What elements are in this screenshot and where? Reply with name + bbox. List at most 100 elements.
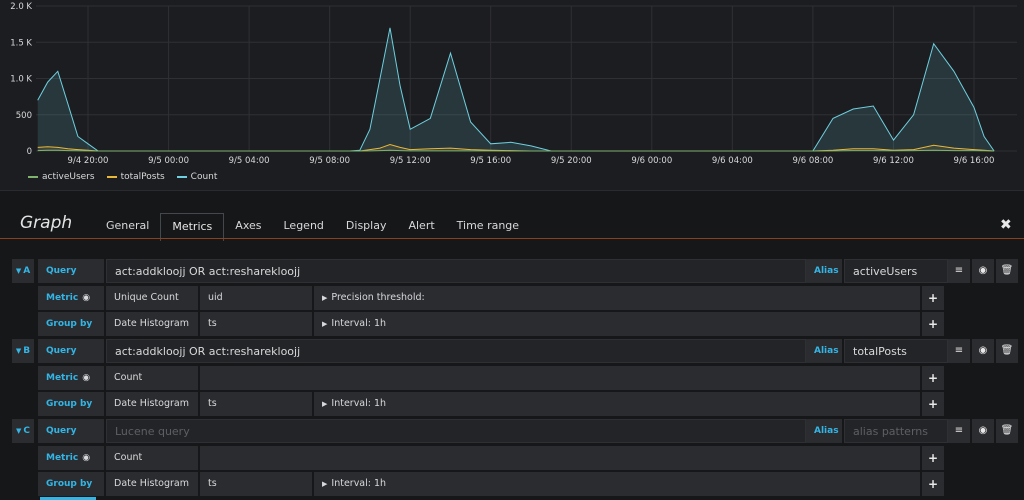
tab-legend[interactable]: Legend xyxy=(273,213,335,239)
x-tick-label: 9/6 04:00 xyxy=(712,156,753,166)
y-tick-label: 2.0 K xyxy=(10,2,32,12)
group-by-row: Group by Date Histogram ts ▶ Interval: 1h + xyxy=(38,392,946,416)
group-field[interactable]: ts xyxy=(200,312,314,336)
group-options[interactable]: ▶ Interval: 1h xyxy=(314,392,922,416)
chevron-down-icon: ▼ xyxy=(15,267,22,275)
x-tick-label: 9/6 12:00 xyxy=(873,156,914,166)
group-option-text: Interval: 1h xyxy=(331,318,387,329)
group-field[interactable]: ts xyxy=(200,392,314,416)
add-metric-button[interactable]: + xyxy=(922,286,946,310)
metric-label: Metric ◉ xyxy=(38,366,106,390)
group-type[interactable]: Date Histogram xyxy=(106,472,200,496)
caret-right-icon: ▶ xyxy=(322,400,328,408)
alias-input[interactable]: totalPosts xyxy=(844,339,948,363)
eye-icon[interactable]: ◉ xyxy=(972,419,994,443)
close-icon[interactable]: ✖ xyxy=(1000,217,1012,233)
menu-icon[interactable]: ≡ xyxy=(948,419,970,443)
metric-field[interactable]: uid xyxy=(200,286,314,310)
add-metric-button[interactable]: + xyxy=(922,366,946,390)
metric-type[interactable]: Unique Count xyxy=(106,286,200,310)
add-group-by-button[interactable]: + xyxy=(922,472,946,496)
query-row: Query act:addkloojj OR act:resharekloojj A… xyxy=(38,339,948,363)
legend-item-totalPosts[interactable]: totalPosts xyxy=(106,172,165,182)
tab-display[interactable]: Display xyxy=(335,213,398,239)
group-option-text: Interval: 1h xyxy=(331,398,387,409)
metric-row: Metric ◉ Unique Count uid ▶ Precision thresho… xyxy=(38,286,946,310)
query-ref-label: C xyxy=(23,426,30,436)
query-label: Query xyxy=(38,339,106,363)
group-by-label: Group by xyxy=(38,472,106,496)
tab-time-range[interactable]: Time range xyxy=(446,213,530,239)
metric-options[interactable]: ▶ Precision threshold: xyxy=(314,286,922,310)
editor-tabs: General Metrics Axes Legend Display Alert Time… xyxy=(95,213,530,241)
query-label: Query xyxy=(38,419,106,443)
add-group-by-button[interactable]: + xyxy=(922,312,946,336)
caret-right-icon: ▶ xyxy=(322,294,328,302)
group-field[interactable]: ts xyxy=(200,472,314,496)
group-options[interactable]: ▶ Interval: 1h xyxy=(314,312,922,336)
alias-input[interactable]: alias patterns xyxy=(844,419,948,443)
y-tick-label: 0 xyxy=(27,147,32,157)
tab-alert[interactable]: Alert xyxy=(397,213,445,239)
metric-type[interactable]: Count xyxy=(106,446,200,470)
query-input[interactable]: act:addkloojj OR act:resharekloojj xyxy=(106,339,806,363)
x-tick-label: 9/5 04:00 xyxy=(229,156,270,166)
query-input[interactable]: act:addkloojj OR act:resharekloojj xyxy=(106,259,806,283)
query-row: Query Lucene query Alias alias patterns xyxy=(38,419,948,443)
group-type[interactable]: Date Histogram xyxy=(106,392,200,416)
tab-general[interactable]: General xyxy=(95,213,160,239)
legend-item-Count[interactable]: Count xyxy=(176,172,218,182)
query-ref-label: A xyxy=(23,266,31,276)
y-tick-label: 1.5 K xyxy=(10,38,32,48)
metric-label-text: Metric xyxy=(46,373,79,383)
metric-row: Metric ◉ Count + xyxy=(38,446,946,470)
group-options[interactable]: ▶ Interval: 1h xyxy=(314,472,922,496)
chevron-down-icon: ▼ xyxy=(15,347,22,355)
add-group-by-button[interactable]: + xyxy=(922,392,946,416)
trash-icon[interactable]: 🗑 xyxy=(996,339,1018,363)
menu-icon[interactable]: ≡ xyxy=(948,339,970,363)
x-tick-label: 9/5 20:00 xyxy=(551,156,592,166)
x-tick-label: 9/5 12:00 xyxy=(390,156,431,166)
eye-icon[interactable]: ◉ xyxy=(82,373,90,383)
group-type[interactable]: Date Histogram xyxy=(106,312,200,336)
alias-input[interactable]: activeUsers xyxy=(844,259,948,283)
eye-icon[interactable]: ◉ xyxy=(972,339,994,363)
query-input[interactable]: Lucene query xyxy=(106,419,806,443)
legend-label: Count xyxy=(190,172,218,182)
tab-metrics[interactable]: Metrics xyxy=(160,213,225,241)
legend-swatch xyxy=(106,176,117,178)
series-area-Count xyxy=(37,27,995,151)
x-tick-label: 9/6 08:00 xyxy=(792,156,833,166)
trash-icon[interactable]: 🗑 xyxy=(996,259,1018,283)
x-tick-label: 9/5 16:00 xyxy=(470,156,511,166)
legend-swatch xyxy=(176,176,187,178)
panel-editor-title: Graph xyxy=(20,213,73,233)
legend-item-activeUsers[interactable]: activeUsers xyxy=(28,172,95,182)
menu-icon[interactable]: ≡ xyxy=(948,259,970,283)
y-tick-label: 1.0 K xyxy=(10,75,32,85)
query-row: Query act:addkloojj OR act:resharekloojj A… xyxy=(38,259,948,283)
query-ref-label: B xyxy=(23,346,31,356)
query-ref-b[interactable]: ▼ B xyxy=(12,339,34,363)
alias-label: Alias xyxy=(806,339,844,363)
eye-icon[interactable]: ◉ xyxy=(972,259,994,283)
tab-axes[interactable]: Axes xyxy=(224,213,272,239)
trash-icon[interactable]: 🗑 xyxy=(996,419,1018,443)
x-tick-label: 9/5 08:00 xyxy=(309,156,350,166)
legend-label: activeUsers xyxy=(42,172,95,182)
query-ref-a[interactable]: ▼ A xyxy=(12,259,34,283)
panel-editor-header: Graph General Metrics Axes Legend Display Ale… xyxy=(0,205,1024,241)
y-tick-label: 500 xyxy=(16,111,32,121)
metric-empty xyxy=(200,366,922,390)
x-tick-label: 9/5 00:00 xyxy=(148,156,189,166)
graph-panel: 2.0 K 1.5 K 1.0 K 500 0 9/4 20:00 9/5 00:00 9/5… xyxy=(0,0,1024,190)
metric-type[interactable]: Count xyxy=(106,366,200,390)
query-ref-c[interactable]: ▼ C xyxy=(12,419,34,443)
add-metric-button[interactable]: + xyxy=(922,446,946,470)
eye-icon[interactable]: ◉ xyxy=(82,453,90,463)
metric-label: Metric ◉ xyxy=(38,286,106,310)
metric-label-text: Metric xyxy=(46,453,79,463)
eye-icon[interactable]: ◉ xyxy=(82,293,90,303)
caret-right-icon: ▶ xyxy=(322,480,328,488)
